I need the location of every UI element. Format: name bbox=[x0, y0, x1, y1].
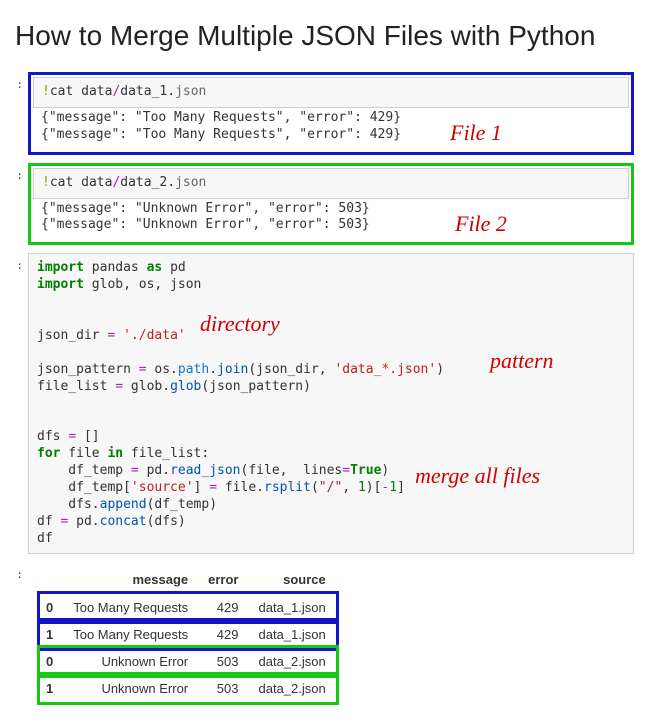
code-cell-2: : !cat data/data_2.json {"message": "Unk… bbox=[15, 163, 634, 246]
table-row: 0Too Many Requests429data_1.json bbox=[40, 594, 336, 622]
file1-box: !cat data/data_1.json {"message": "Too M… bbox=[28, 72, 634, 155]
prompt-marker: : bbox=[15, 562, 23, 702]
code-cell-1: : !cat data/data_1.json {"message": "Too… bbox=[15, 72, 634, 155]
annotation-pattern: pattern bbox=[490, 348, 554, 374]
output-cell: : message error source 0Too Many Request… bbox=[15, 562, 634, 702]
code-input-3: import pandas as pd import glob, os, jso… bbox=[28, 253, 634, 554]
annotation-file2: File 2 bbox=[455, 211, 507, 237]
code-output-2: {"message": "Unknown Error", "error": 50… bbox=[33, 199, 629, 241]
annotation-directory: directory bbox=[200, 311, 280, 337]
table-row: 1Unknown Error503data_2.json bbox=[40, 675, 336, 702]
code-input-1: !cat data/data_1.json bbox=[33, 77, 629, 108]
code-input-2: !cat data/data_2.json bbox=[33, 168, 629, 199]
col-source: source bbox=[249, 566, 336, 594]
file2-box: !cat data/data_2.json {"message": "Unkno… bbox=[28, 163, 634, 246]
prompt-marker: : bbox=[15, 163, 23, 246]
table-row: 1Too Many Requests429data_1.json bbox=[40, 621, 336, 648]
col-message: message bbox=[63, 566, 198, 594]
table-row: 0Unknown Error503data_2.json bbox=[40, 648, 336, 675]
table-header-row: message error source bbox=[40, 566, 336, 594]
prompt-marker: : bbox=[15, 72, 23, 155]
code-output-1: {"message": "Too Many Requests", "error"… bbox=[33, 108, 629, 150]
output-table: message error source 0Too Many Requests4… bbox=[40, 566, 336, 702]
col-error: error bbox=[198, 566, 248, 594]
prompt-marker: : bbox=[15, 253, 23, 554]
annotation-file1: File 1 bbox=[450, 120, 502, 146]
annotation-merge: merge all files bbox=[415, 463, 540, 489]
code-cell-3: : import pandas as pd import glob, os, j… bbox=[15, 253, 634, 554]
page-title: How to Merge Multiple JSON Files with Py… bbox=[15, 20, 634, 52]
